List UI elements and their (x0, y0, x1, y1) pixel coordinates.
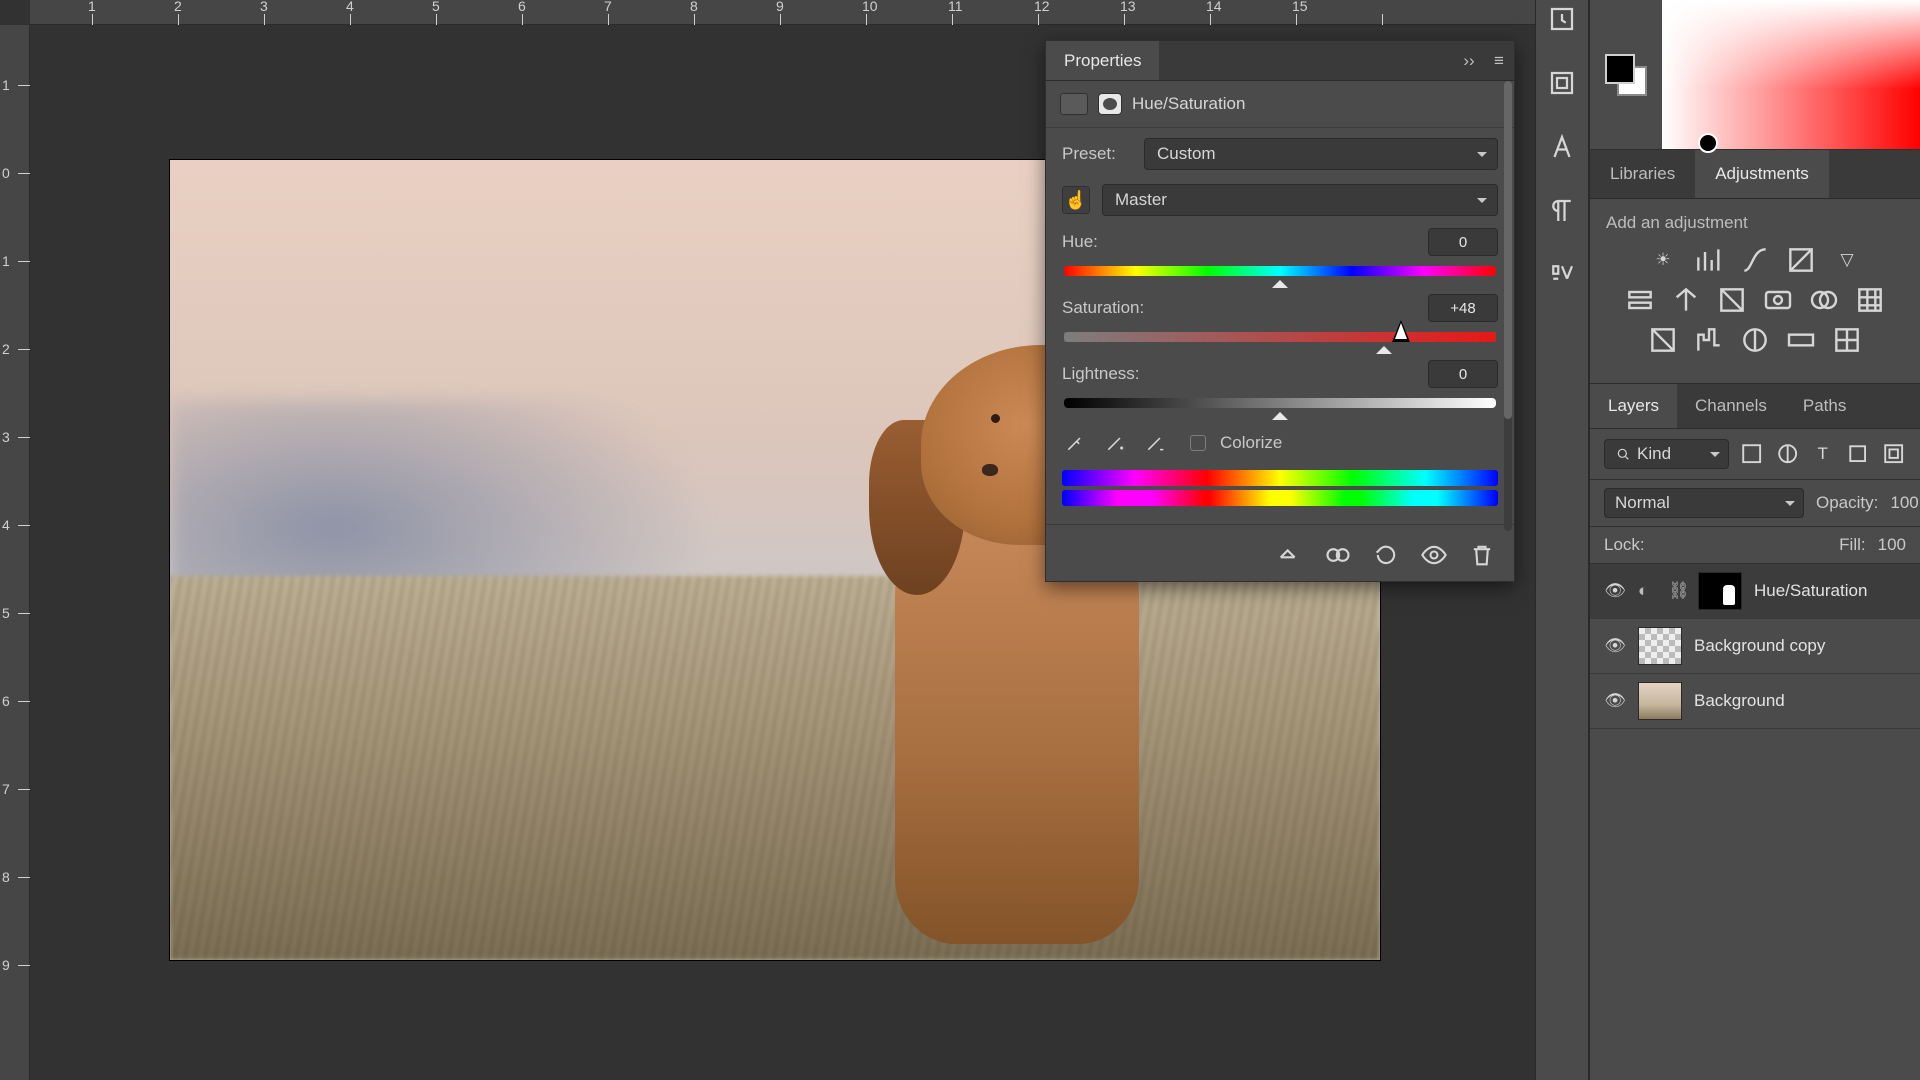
color-range-lower[interactable] (1062, 490, 1498, 506)
colorize-label: Colorize (1220, 433, 1282, 453)
layer-row[interactable]: 👁 Background copy (1590, 619, 1920, 674)
levels-icon[interactable] (1692, 245, 1726, 275)
layer-list: 👁 ◐ ⛓ Hue/Saturation 👁 Background copy 👁… (1590, 564, 1920, 1080)
exposure-icon[interactable] (1784, 245, 1818, 275)
layer-name[interactable]: Background copy (1694, 636, 1825, 656)
black-white-icon[interactable] (1715, 285, 1749, 315)
properties-tab[interactable]: Properties (1046, 41, 1159, 80)
visibility-icon[interactable]: 👁 (1604, 636, 1626, 656)
eyedropper-add-icon[interactable] (1102, 430, 1128, 456)
filter-adjustment-icon[interactable] (1775, 442, 1800, 466)
tab-paths[interactable]: Paths (1785, 384, 1864, 428)
layer-row[interactable]: 👁 Background (1590, 674, 1920, 729)
color-picker[interactable] (1662, 0, 1920, 149)
panel-menu-icon[interactable]: ≡ (1484, 51, 1514, 71)
adjustment-title: Hue/Saturation (1132, 94, 1245, 114)
right-panel-column: Libraries Adjustments Add an adjustment … (1589, 0, 1920, 1080)
color-balance-icon[interactable] (1669, 285, 1703, 315)
lightness-value-input[interactable]: 0 (1428, 360, 1498, 388)
character-icon[interactable] (1547, 132, 1577, 162)
channel-mixer-icon[interactable] (1807, 285, 1841, 315)
filter-shape-icon[interactable] (1845, 442, 1870, 466)
ruler-vertical[interactable]: 1 0 1 2 3 4 5 6 7 8 9 (0, 25, 30, 1080)
vibrance-icon[interactable]: ▽ (1830, 245, 1864, 275)
link-icon[interactable]: ⛓ (1668, 581, 1686, 601)
posterize-icon[interactable] (1692, 325, 1726, 355)
fill-label: Fill: (1839, 535, 1865, 555)
lightness-label: Lightness: (1062, 364, 1428, 384)
styles-icon[interactable] (1547, 68, 1577, 98)
hue-slider[interactable]: Hue: 0 (1046, 220, 1514, 286)
saturation-slider[interactable]: Saturation: +48 (1046, 286, 1514, 352)
paragraph-icon[interactable] (1547, 196, 1577, 226)
layer-filter-kind[interactable]: Kind (1604, 439, 1729, 469)
visibility-icon[interactable]: 👁 (1604, 691, 1626, 711)
saturation-label: Saturation: (1062, 298, 1428, 318)
opacity-label: Opacity: (1816, 493, 1878, 513)
delete-adjustment-icon[interactable] (1468, 543, 1496, 567)
brightness-contrast-icon[interactable]: ☀ (1646, 245, 1680, 275)
hue-saturation-icon[interactable] (1623, 285, 1657, 315)
add-adjustment-label: Add an adjustment (1606, 209, 1904, 245)
cursor-icon (1392, 320, 1410, 342)
lock-label: Lock: (1604, 535, 1645, 555)
tab-layers[interactable]: Layers (1590, 384, 1677, 428)
photo-filter-icon[interactable] (1761, 285, 1795, 315)
layer-mask-thumbnail[interactable] (1698, 572, 1742, 610)
gradient-map-icon[interactable] (1784, 325, 1818, 355)
threshold-icon[interactable] (1738, 325, 1772, 355)
properties-panel: Properties ›› ≡ Hue/Saturation Preset: C… (1045, 40, 1515, 582)
filter-pixel-icon[interactable] (1739, 442, 1764, 466)
collapse-panel-icon[interactable]: ›› (1454, 51, 1484, 71)
filter-type-icon[interactable]: T (1810, 442, 1835, 466)
hue-label: Hue: (1062, 232, 1428, 252)
preset-select[interactable]: Custom (1144, 138, 1498, 170)
channel-select[interactable]: Master (1102, 184, 1498, 216)
clip-to-layer-icon[interactable] (1276, 543, 1304, 567)
view-previous-icon[interactable] (1324, 543, 1352, 567)
adjustment-type-icon (1060, 93, 1088, 115)
eyedropper-icon[interactable] (1062, 430, 1088, 456)
opacity-value[interactable]: 100 (1890, 493, 1918, 513)
tab-channels[interactable]: Channels (1677, 384, 1785, 428)
layer-thumbnail[interactable] (1638, 682, 1682, 720)
tab-libraries[interactable]: Libraries (1590, 150, 1695, 198)
targeted-adjustment-icon[interactable]: ☝ (1062, 186, 1090, 214)
blend-mode-select[interactable]: Normal (1604, 488, 1804, 518)
filter-smart-icon[interactable] (1881, 442, 1906, 466)
layer-name[interactable]: Background (1694, 691, 1785, 711)
invert-icon[interactable] (1646, 325, 1680, 355)
tab-adjustments[interactable]: Adjustments (1695, 150, 1829, 198)
curves-icon[interactable] (1738, 245, 1772, 275)
fill-value[interactable]: 100 (1878, 535, 1906, 555)
toggle-visibility-icon[interactable] (1420, 543, 1448, 567)
visibility-icon[interactable]: 👁 (1604, 581, 1626, 601)
history-icon[interactable] (1547, 4, 1577, 34)
foreground-background-swatch[interactable] (1590, 0, 1662, 149)
glyphs-icon[interactable] (1547, 260, 1577, 290)
selective-color-icon[interactable] (1830, 325, 1864, 355)
eyedropper-subtract-icon[interactable] (1142, 430, 1168, 456)
collapsed-panel-strip (1535, 0, 1589, 1080)
layer-mask-icon[interactable] (1098, 93, 1122, 115)
adjustment-layer-icon: ◐ (1638, 581, 1656, 601)
lightness-slider[interactable]: Lightness: 0 (1046, 352, 1514, 418)
layer-row[interactable]: 👁 ◐ ⛓ Hue/Saturation (1590, 564, 1920, 619)
color-range-upper[interactable] (1062, 470, 1498, 486)
hue-value-input[interactable]: 0 (1428, 228, 1498, 256)
colorize-checkbox[interactable] (1190, 435, 1206, 451)
preset-label: Preset: (1062, 144, 1132, 164)
color-lookup-icon[interactable] (1853, 285, 1887, 315)
saturation-value-input[interactable]: +48 (1428, 294, 1498, 322)
layer-name[interactable]: Hue/Saturation (1754, 581, 1867, 601)
layer-thumbnail[interactable] (1638, 627, 1682, 665)
reset-icon[interactable] (1372, 543, 1400, 567)
